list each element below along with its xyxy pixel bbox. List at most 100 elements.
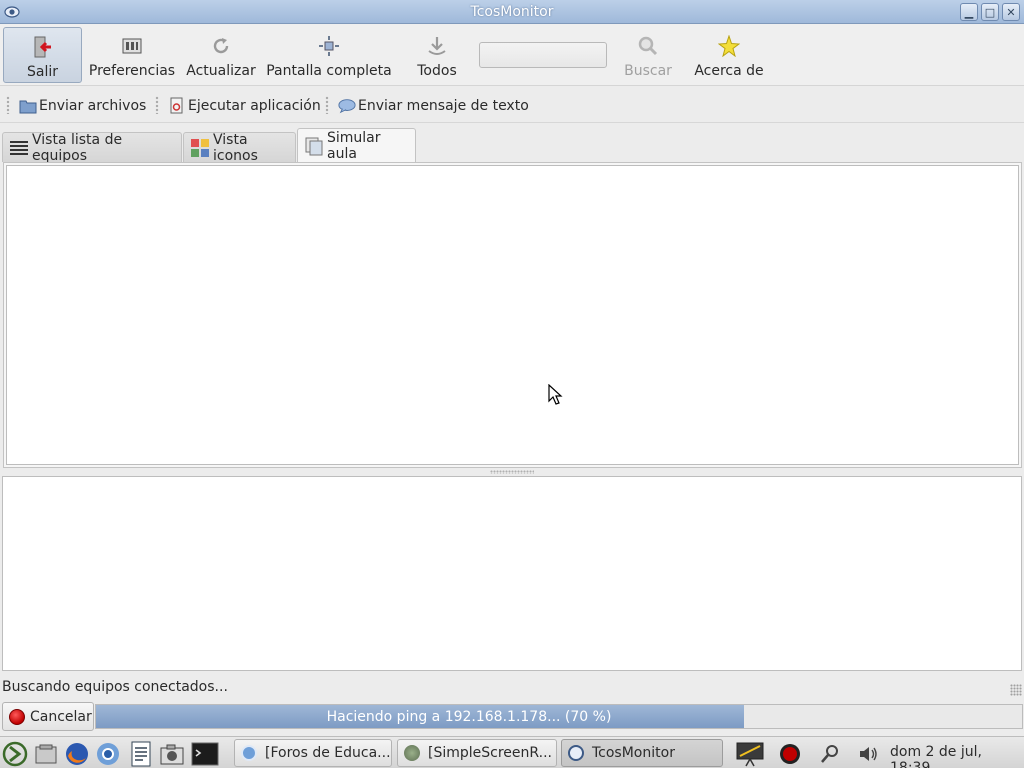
file-manager-icon [35,744,57,764]
maximize-button[interactable]: □ [981,3,999,21]
run-app-label: Ejecutar aplicación [188,98,321,114]
view-tabs: Vista lista de equipos Vista iconos Simu… [0,128,1024,164]
refresh-icon [208,33,234,59]
firefox-launcher[interactable] [63,740,91,768]
tray-presentation[interactable] [736,740,764,768]
icon-view-icon [190,138,210,158]
title-bar: TcosMonitor ▁ □ ✕ [0,0,1024,24]
network-icon [821,745,838,763]
status-bar: Buscando equipos conectados... [0,676,1024,698]
preferences-icon [119,33,145,59]
toolbar-grip[interactable] [6,96,10,114]
pane-splitter[interactable] [490,470,534,474]
tray-record-button[interactable] [776,740,804,768]
progress-bar: Haciendo ping a 192.168.1.178... (70 %) [95,704,1023,729]
chromium-launcher[interactable] [94,740,122,768]
tab-simulate-classroom[interactable]: Simular aula [297,128,416,162]
search-input[interactable] [479,42,607,68]
task-simplescreenrecorder[interactable]: [SimpleScreenR... [397,739,557,767]
status-text: Buscando equipos conectados... [2,679,228,695]
chromium-icon [241,745,257,761]
actions-toolbar: Enviar archivos Ejecutar aplicación Envi… [0,87,1024,123]
task-label: [Foros de Educa... [265,745,391,761]
all-label: Todos [417,63,457,79]
resize-grip[interactable] [1010,684,1022,696]
window-title: TcosMonitor [470,3,554,20]
app-eye-icon [4,6,20,18]
task-label: TcosMonitor [592,745,675,761]
all-button[interactable]: Todos [412,27,462,83]
camera-icon [160,744,184,765]
volume-icon [860,747,877,761]
screenshot-launcher[interactable] [158,740,186,768]
tab-label: Vista iconos [213,131,258,164]
run-app-icon [168,97,186,115]
exit-icon [30,34,56,60]
star-icon [716,33,742,59]
classroom-canvas[interactable] [6,165,1019,465]
mouse-cursor-icon [548,384,563,405]
terminal-icon [191,742,219,766]
tab-icon-view[interactable]: Vista iconos [183,131,296,164]
exit-button[interactable]: Salir [3,27,82,83]
exit-label: Salir [26,64,58,80]
search-icon [635,33,661,59]
classroom-pane [3,162,1022,468]
chat-bubble-icon [338,97,356,115]
task-label: [SimpleScreenR... [428,745,552,761]
log-pane[interactable] [2,476,1022,671]
firefox-icon [66,743,88,765]
stop-icon [9,708,25,725]
run-app-button[interactable]: Ejecutar aplicación [168,95,321,117]
tab-label: Vista lista de equipos [32,131,123,164]
classroom-icon [304,136,324,156]
close-button[interactable]: ✕ [1002,3,1020,21]
folder-icon [19,97,37,115]
search-label: Buscar [624,63,672,79]
minimize-icon: ▁ [964,5,974,19]
tray-network[interactable] [816,740,844,768]
preferences-button[interactable]: Preferencias [86,27,178,83]
terminal-launcher[interactable] [191,740,219,768]
clock[interactable]: dom 2 de jul, 18:39 [890,744,1024,768]
refresh-button[interactable]: Actualizar [184,27,258,83]
about-label: Acerca de [694,63,764,79]
fullscreen-label: Pantalla completa [266,63,392,79]
fullscreen-icon [316,33,342,59]
send-message-label: Enviar mensaje de texto [358,98,529,114]
cancel-button[interactable]: Cancelar [2,702,94,731]
toolbar-grip[interactable] [325,96,329,114]
projector-screen-icon [736,742,764,767]
preferences-label: Preferencias [88,63,176,79]
toolbar-grip[interactable] [155,96,159,114]
taskbar: [Foros de Educa... [SimpleScreenR... Tco… [0,736,1024,768]
chromium-icon [97,743,119,765]
task-foros[interactable]: [Foros de Educa... [234,739,392,767]
distro-logo-icon [2,741,28,767]
maximize-icon: □ [984,5,996,19]
document-icon [131,741,151,767]
refresh-label: Actualizar [186,63,256,79]
main-toolbar: Salir Preferencias Actualizar Pantalla c… [0,24,1024,86]
tab-label: Simular aula [327,129,381,162]
menu-button[interactable] [1,740,29,768]
cancel-label: Cancelar [30,708,92,725]
minimize-button[interactable]: ▁ [960,3,978,21]
text-editor-launcher[interactable] [127,740,155,768]
send-files-button[interactable]: Enviar archivos [19,95,146,117]
all-down-icon [424,33,450,59]
tray-volume[interactable] [854,740,882,768]
recorder-icon [404,745,420,761]
list-view-icon [9,138,29,158]
fullscreen-button[interactable]: Pantalla completa [264,27,394,83]
close-icon: ✕ [1006,5,1016,19]
send-files-label: Enviar archivos [39,98,147,114]
app-eye-icon [568,745,584,761]
file-manager-launcher[interactable] [32,740,60,768]
search-button[interactable]: Buscar [620,27,676,83]
about-button[interactable]: Acerca de [692,27,766,83]
record-icon [780,744,800,764]
tab-list-view[interactable]: Vista lista de equipos [2,131,182,164]
send-message-button[interactable]: Enviar mensaje de texto [338,95,529,117]
task-tcosmonitor[interactable]: TcosMonitor [561,739,723,767]
